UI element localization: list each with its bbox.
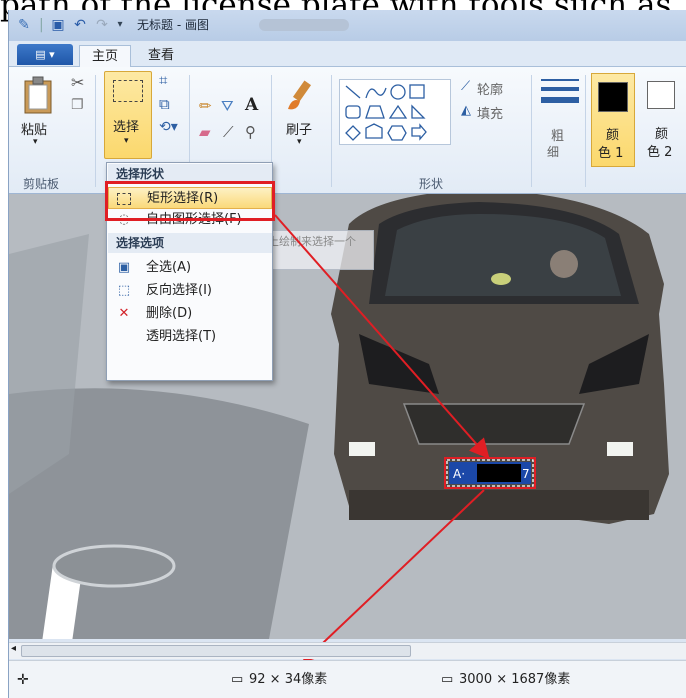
separator [95,75,96,187]
color-2-swatch [647,81,675,109]
copy-icon[interactable]: ❐ [71,97,84,113]
menu-item-label: 反向选择(I) [146,283,212,298]
color-1-button[interactable]: 颜 色 1 [591,73,635,167]
select-all-icon: ▣ [117,260,131,275]
crop-icon[interactable]: ⌗ [159,71,167,89]
menu-item-label: 删除(D) [146,306,193,321]
brushes-button[interactable]: 刷子 ▾ [279,73,323,163]
status-bar: ✛ ▭ 92 × 34像素 ▭ 3000 × 1687像素 [9,660,686,698]
paste-button[interactable]: 粘贴 ▾ [19,73,59,163]
color-2-button[interactable]: 颜 色 2 [641,73,685,167]
select-dropdown-icon[interactable]: ▾ [124,136,129,146]
menu-item-invert-selection[interactable]: ⬚ 反向选择(I) [108,280,272,302]
paste-label: 粘贴 [21,123,48,138]
color-2-label-2: 色 2 [647,145,673,160]
size-label-1: 粗 [551,129,565,144]
paint-app-icon[interactable]: ✎ [15,16,33,34]
text-icon[interactable]: A [245,95,258,115]
shapes-icon [345,84,427,141]
color-1-swatch [598,82,628,112]
menu-item-label: 全选(A) [146,260,192,275]
resize-icon[interactable]: ⧉ [159,95,170,113]
separator: | [39,17,44,33]
color-picker-icon[interactable]: ⟋ [223,123,234,141]
size-button[interactable]: 粗 细 [537,75,583,165]
scrollbar-thumb[interactable] [21,645,411,657]
cursor-position-icon: ✛ [17,672,29,688]
title-bar: ✎ | ▣ ↶ ↷ ▾ 无标题 - 画图 [9,10,686,41]
tab-home[interactable]: 主页 [79,45,131,67]
size-label-2: 细 [547,145,560,159]
fill-shape-icon[interactable]: ◭ [461,103,471,118]
menu-item-label: 透明选择(T) [146,329,217,344]
magnifier-icon[interactable]: ⚲ [245,123,256,141]
menu-item-transparent-selection[interactable]: 透明选择(T) [108,326,272,348]
outline-label[interactable]: 轮廓 [477,79,503,98]
select-button[interactable]: 选择 ▾ [104,71,152,159]
line-thickness-icon [541,79,579,103]
invert-selection-icon: ⬚ [117,283,131,298]
menu-item-select-all[interactable]: ▣ 全选(A) [108,257,272,279]
title-blur [259,19,349,31]
shapes-group-label: 形状 [419,177,444,191]
pencil-icon[interactable]: ✏ [199,97,212,115]
color-2-label-1: 颜 [655,127,669,142]
color-1-label-2: 色 1 [598,146,624,161]
shapes-gallery[interactable] [339,79,451,145]
outline-icon[interactable]: ⟋ [461,79,470,94]
delete-icon: ✕ [118,306,130,321]
paste-dropdown-icon[interactable]: ▾ [33,137,38,147]
save-icon[interactable]: ▣ [49,16,67,34]
brush-dropdown-icon[interactable]: ▾ [297,137,302,147]
customize-quick-access-icon[interactable]: ▾ [113,16,127,34]
brush-icon [288,80,312,110]
select-label: 选择 [113,120,140,135]
ribbon-tabs: ▤ ▾ 主页 查看 [9,41,686,67]
undo-icon[interactable]: ↶ [71,16,89,34]
cut-icon[interactable]: ✂ [71,73,84,92]
redo-icon[interactable]: ↷ [93,16,111,34]
image-size-icon: ▭ [441,672,454,687]
horizontal-scrollbar[interactable]: ◂ [9,642,686,659]
menu-header-options: 选择选项 [108,233,272,253]
file-menu-button[interactable]: ▤ ▾ [17,44,73,65]
paint-window: ✎ | ▣ ↶ ↷ ▾ 无标题 - 画图 ▤ ▾ 主页 查看 粘贴 ▾ ✂ ❐ … [8,10,686,698]
eraser-icon[interactable]: ▰ [199,123,211,141]
clipboard-icon [24,76,52,114]
rect-select-annotation-box [105,181,275,221]
image-size: 3000 × 1687像素 [459,672,571,687]
selection-size: 92 × 34像素 [249,672,328,687]
scroll-left-icon[interactable]: ◂ [11,643,16,654]
rectangle-select-icon [113,80,143,102]
plate-highlight-box [444,457,536,489]
separator [585,75,586,187]
fill-label[interactable]: 填充 [477,103,503,122]
menu-item-delete[interactable]: ✕ 删除(D) [108,303,272,325]
fill-icon[interactable]: ⛛ [221,97,234,115]
separator [331,75,332,187]
color-1-label-1: 颜 [606,128,620,143]
separator [531,75,532,187]
rotate-icon[interactable]: ⟲▾ [159,119,178,135]
clipboard-group-label: 剪贴板 [23,177,60,191]
selection-size-icon: ▭ [231,672,244,687]
brush-label: 刷子 [286,123,313,138]
tab-view[interactable]: 查看 [135,45,187,67]
window-title: 无标题 - 画图 [137,18,209,32]
